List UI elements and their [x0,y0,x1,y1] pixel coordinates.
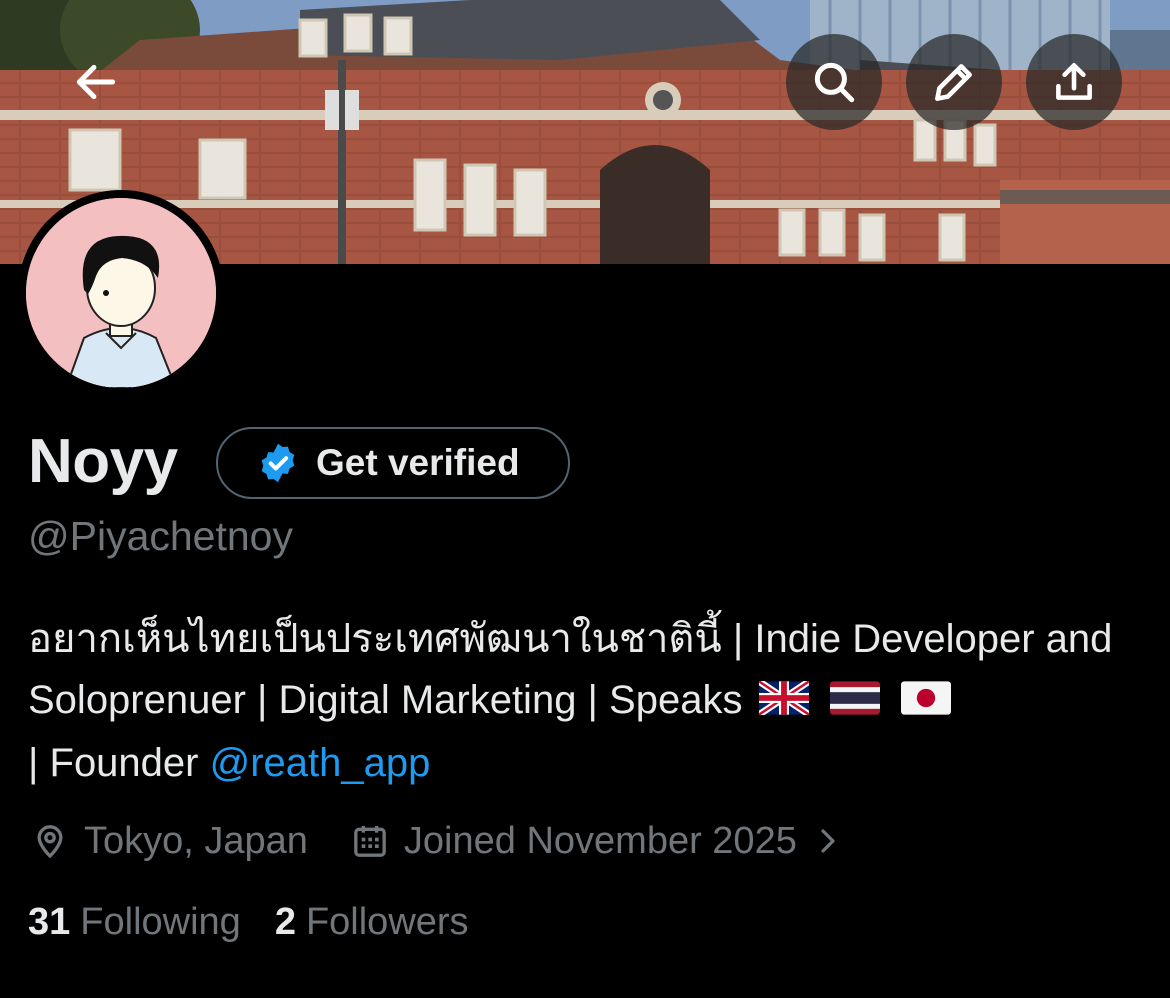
search-icon [814,62,855,103]
location-pin-icon [37,825,63,859]
following-label: Following [80,901,241,943]
username-handle: @Piyachetnoy [28,513,293,559]
follow-counts: 31 Following 2 Followers [28,901,503,944]
avatar-image [26,198,216,388]
avatar[interactable] [18,190,224,396]
verified-badge-icon [261,443,295,483]
bio: อยากเห็นไทยเป็นประเทศพัฒนาในชาตินี้ | In… [28,609,1148,794]
display-name: Noyy [28,427,178,496]
get-verified-button[interactable]: Get verified [216,427,570,499]
profile-page: Noyy Get verified @Piyachetnoy อยากเห็นไ… [0,0,1170,998]
uk-flag-icon [756,672,811,733]
following-link[interactable]: 31 Following [28,901,241,944]
bio-founder-text: | Founder [28,740,199,785]
joined-date[interactable]: Joined November 2025 [350,820,843,863]
followers-link[interactable]: 2 Followers [275,901,469,944]
followers-count: 2 [274,901,296,943]
search-button[interactable] [786,34,882,130]
joined-text: Joined November 2025 [403,819,797,862]
pencil-icon [935,64,972,101]
calendar-icon [354,826,386,857]
bio-mention-link[interactable]: @reath_app [210,741,431,785]
location-text: Tokyo, Japan [84,819,308,862]
share-button[interactable] [1026,34,1122,130]
profile-meta: Tokyo, Japan Joined November 2025 [30,815,843,867]
japan-flag-icon [900,672,951,733]
chevron-right-icon [821,829,835,853]
following-count: 31 [28,901,71,943]
back-button[interactable] [48,34,144,130]
share-icon [1056,63,1092,100]
thailand-flag-icon [829,672,880,733]
followers-label: Followers [305,901,469,943]
location: Tokyo, Japan [30,820,308,863]
back-arrow-icon [76,64,116,100]
edit-button[interactable] [906,34,1002,130]
get-verified-label: Get verified [316,442,520,483]
